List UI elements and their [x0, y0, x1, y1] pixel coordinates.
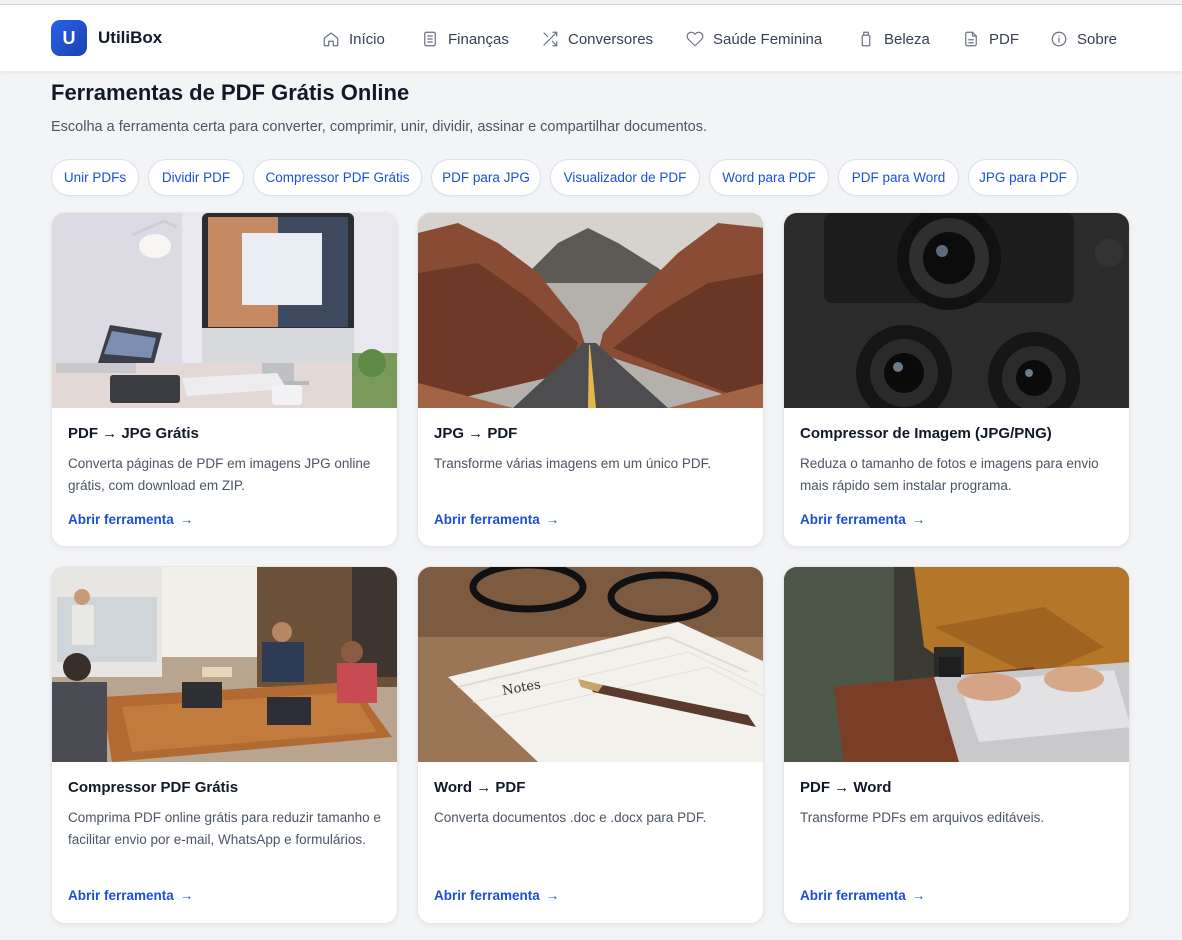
site-header: U UtiliBox Início Finanças Conversores S…: [0, 5, 1182, 72]
arrow-right-icon: →: [179, 888, 194, 903]
nav-label: PDF: [989, 30, 1019, 48]
card-title: PDF → JPG Grátis: [68, 425, 199, 442]
chip-pdf-para-word[interactable]: PDF para Word: [838, 159, 959, 196]
arrow-right-icon: →: [911, 512, 926, 527]
arrow-right-icon: →: [545, 888, 560, 903]
chip-jpg-para-pdf[interactable]: JPG para PDF: [968, 159, 1078, 196]
open-tool-link[interactable]: Abrir ferramenta →: [68, 512, 193, 527]
nav-label: Beleza: [884, 30, 930, 48]
desert-road-photo: [418, 213, 763, 408]
nav-label: Finanças: [448, 30, 509, 48]
document-list-icon: [424, 31, 436, 47]
card-description: Transforme várias imagens em um único PD…: [434, 456, 712, 471]
brand-logo[interactable]: U UtiliBox: [51, 20, 162, 56]
tool-card-pdf-jpg[interactable]: PDF → JPG Grátis Converta páginas de PDF…: [51, 212, 398, 547]
nav-item-pdf[interactable]: PDF: [962, 27, 1019, 51]
nav-label: Início: [349, 30, 385, 48]
brand-name: UtiliBox: [98, 28, 163, 47]
tool-card-pdf-word[interactable]: PDF → Word Transforme PDFs em arquivos e…: [783, 566, 1130, 924]
chip-visualizador-pdf[interactable]: Visualizador de PDF: [550, 159, 700, 196]
info-icon: [1051, 31, 1067, 47]
tool-card-word-pdf[interactable]: Notes Word → PDF Converta documentos .do…: [417, 566, 764, 924]
card-description: Comprima PDF online grátis para reduzir …: [68, 810, 381, 847]
nav-item-saude-feminina[interactable]: Saúde Feminina: [686, 27, 822, 51]
nav-item-beleza[interactable]: Beleza: [857, 27, 930, 51]
laptop-typing-photo: [784, 567, 1129, 762]
bottle-icon: [861, 31, 871, 47]
home-icon: [323, 32, 339, 47]
card-description: Converta documentos .doc e .docx para PD…: [434, 810, 707, 825]
page-subtitle: Escolha a ferramenta certa para converte…: [51, 119, 708, 135]
card-description: Converta páginas de PDF em imagens JPG o…: [68, 456, 371, 493]
file-icon: [965, 31, 977, 47]
page-title: Ferramentas de PDF Grátis Online: [51, 80, 410, 105]
card-description: Transforme PDFs em arquivos editáveis.: [800, 810, 1045, 825]
card-title: Compressor de Imagem (JPG/PNG): [800, 425, 1052, 442]
nav-item-financas[interactable]: Finanças: [421, 27, 509, 51]
open-tool-link[interactable]: Abrir ferramenta →: [800, 888, 925, 903]
desk-computer-photo: [52, 213, 397, 408]
card-title: Compressor PDF Grátis: [68, 779, 239, 796]
nav-item-sobre[interactable]: Sobre: [1050, 27, 1117, 51]
nav-item-conversores[interactable]: Conversores: [541, 27, 653, 51]
logo-badge: U: [51, 20, 87, 56]
card-title: Word → PDF: [434, 779, 526, 796]
chip-pdf-para-jpg[interactable]: PDF para JPG: [431, 159, 541, 196]
card-title: JPG → PDF: [434, 425, 518, 442]
camera-lenses-photo: [784, 213, 1129, 408]
notebook-pen-photo: Notes: [418, 567, 763, 762]
card-title: PDF → Word: [800, 779, 892, 796]
open-tool-label: Abrir ferramenta: [800, 888, 906, 903]
chip-unir-pdfs[interactable]: Unir PDFs: [51, 159, 139, 196]
open-tool-label: Abrir ferramenta: [434, 512, 540, 527]
chip-compressor-pdf[interactable]: Compressor PDF Grátis: [253, 159, 422, 196]
open-tool-label: Abrir ferramenta: [68, 888, 174, 903]
nav-item-inicio[interactable]: Início: [322, 27, 385, 51]
arrow-right-icon: →: [545, 512, 560, 527]
tool-card-pdf-compressor[interactable]: Compressor PDF Grátis Comprima PDF onlin…: [51, 566, 398, 924]
open-tool-label: Abrir ferramenta: [800, 512, 906, 527]
heart-icon: [686, 31, 704, 47]
nav-label: Conversores: [568, 30, 654, 48]
open-tool-label: Abrir ferramenta: [68, 512, 174, 527]
tool-card-image-compressor[interactable]: Compressor de Imagem (JPG/PNG) Reduza o …: [783, 212, 1130, 547]
shuffle-icon: [543, 31, 558, 47]
open-tool-link[interactable]: Abrir ferramenta →: [800, 512, 925, 527]
open-tool-link[interactable]: Abrir ferramenta →: [434, 512, 559, 527]
card-description: Reduza o tamanho de fotos e imagens para…: [800, 456, 1099, 493]
open-tool-link[interactable]: Abrir ferramenta →: [68, 888, 193, 903]
chip-dividir-pdf[interactable]: Dividir PDF: [148, 159, 244, 196]
arrow-right-icon: →: [911, 888, 926, 903]
nav-label: Sobre: [1077, 30, 1118, 48]
arrow-right-icon: →: [179, 512, 194, 527]
open-tool-label: Abrir ferramenta: [434, 888, 540, 903]
tool-card-jpg-pdf[interactable]: JPG → PDF Transforme várias imagens em u…: [417, 212, 764, 547]
meeting-room-photo: [52, 567, 397, 762]
nav-label: Saúde Feminina: [713, 30, 823, 48]
chip-word-para-pdf[interactable]: Word para PDF: [709, 159, 829, 196]
open-tool-link[interactable]: Abrir ferramenta →: [434, 888, 559, 903]
